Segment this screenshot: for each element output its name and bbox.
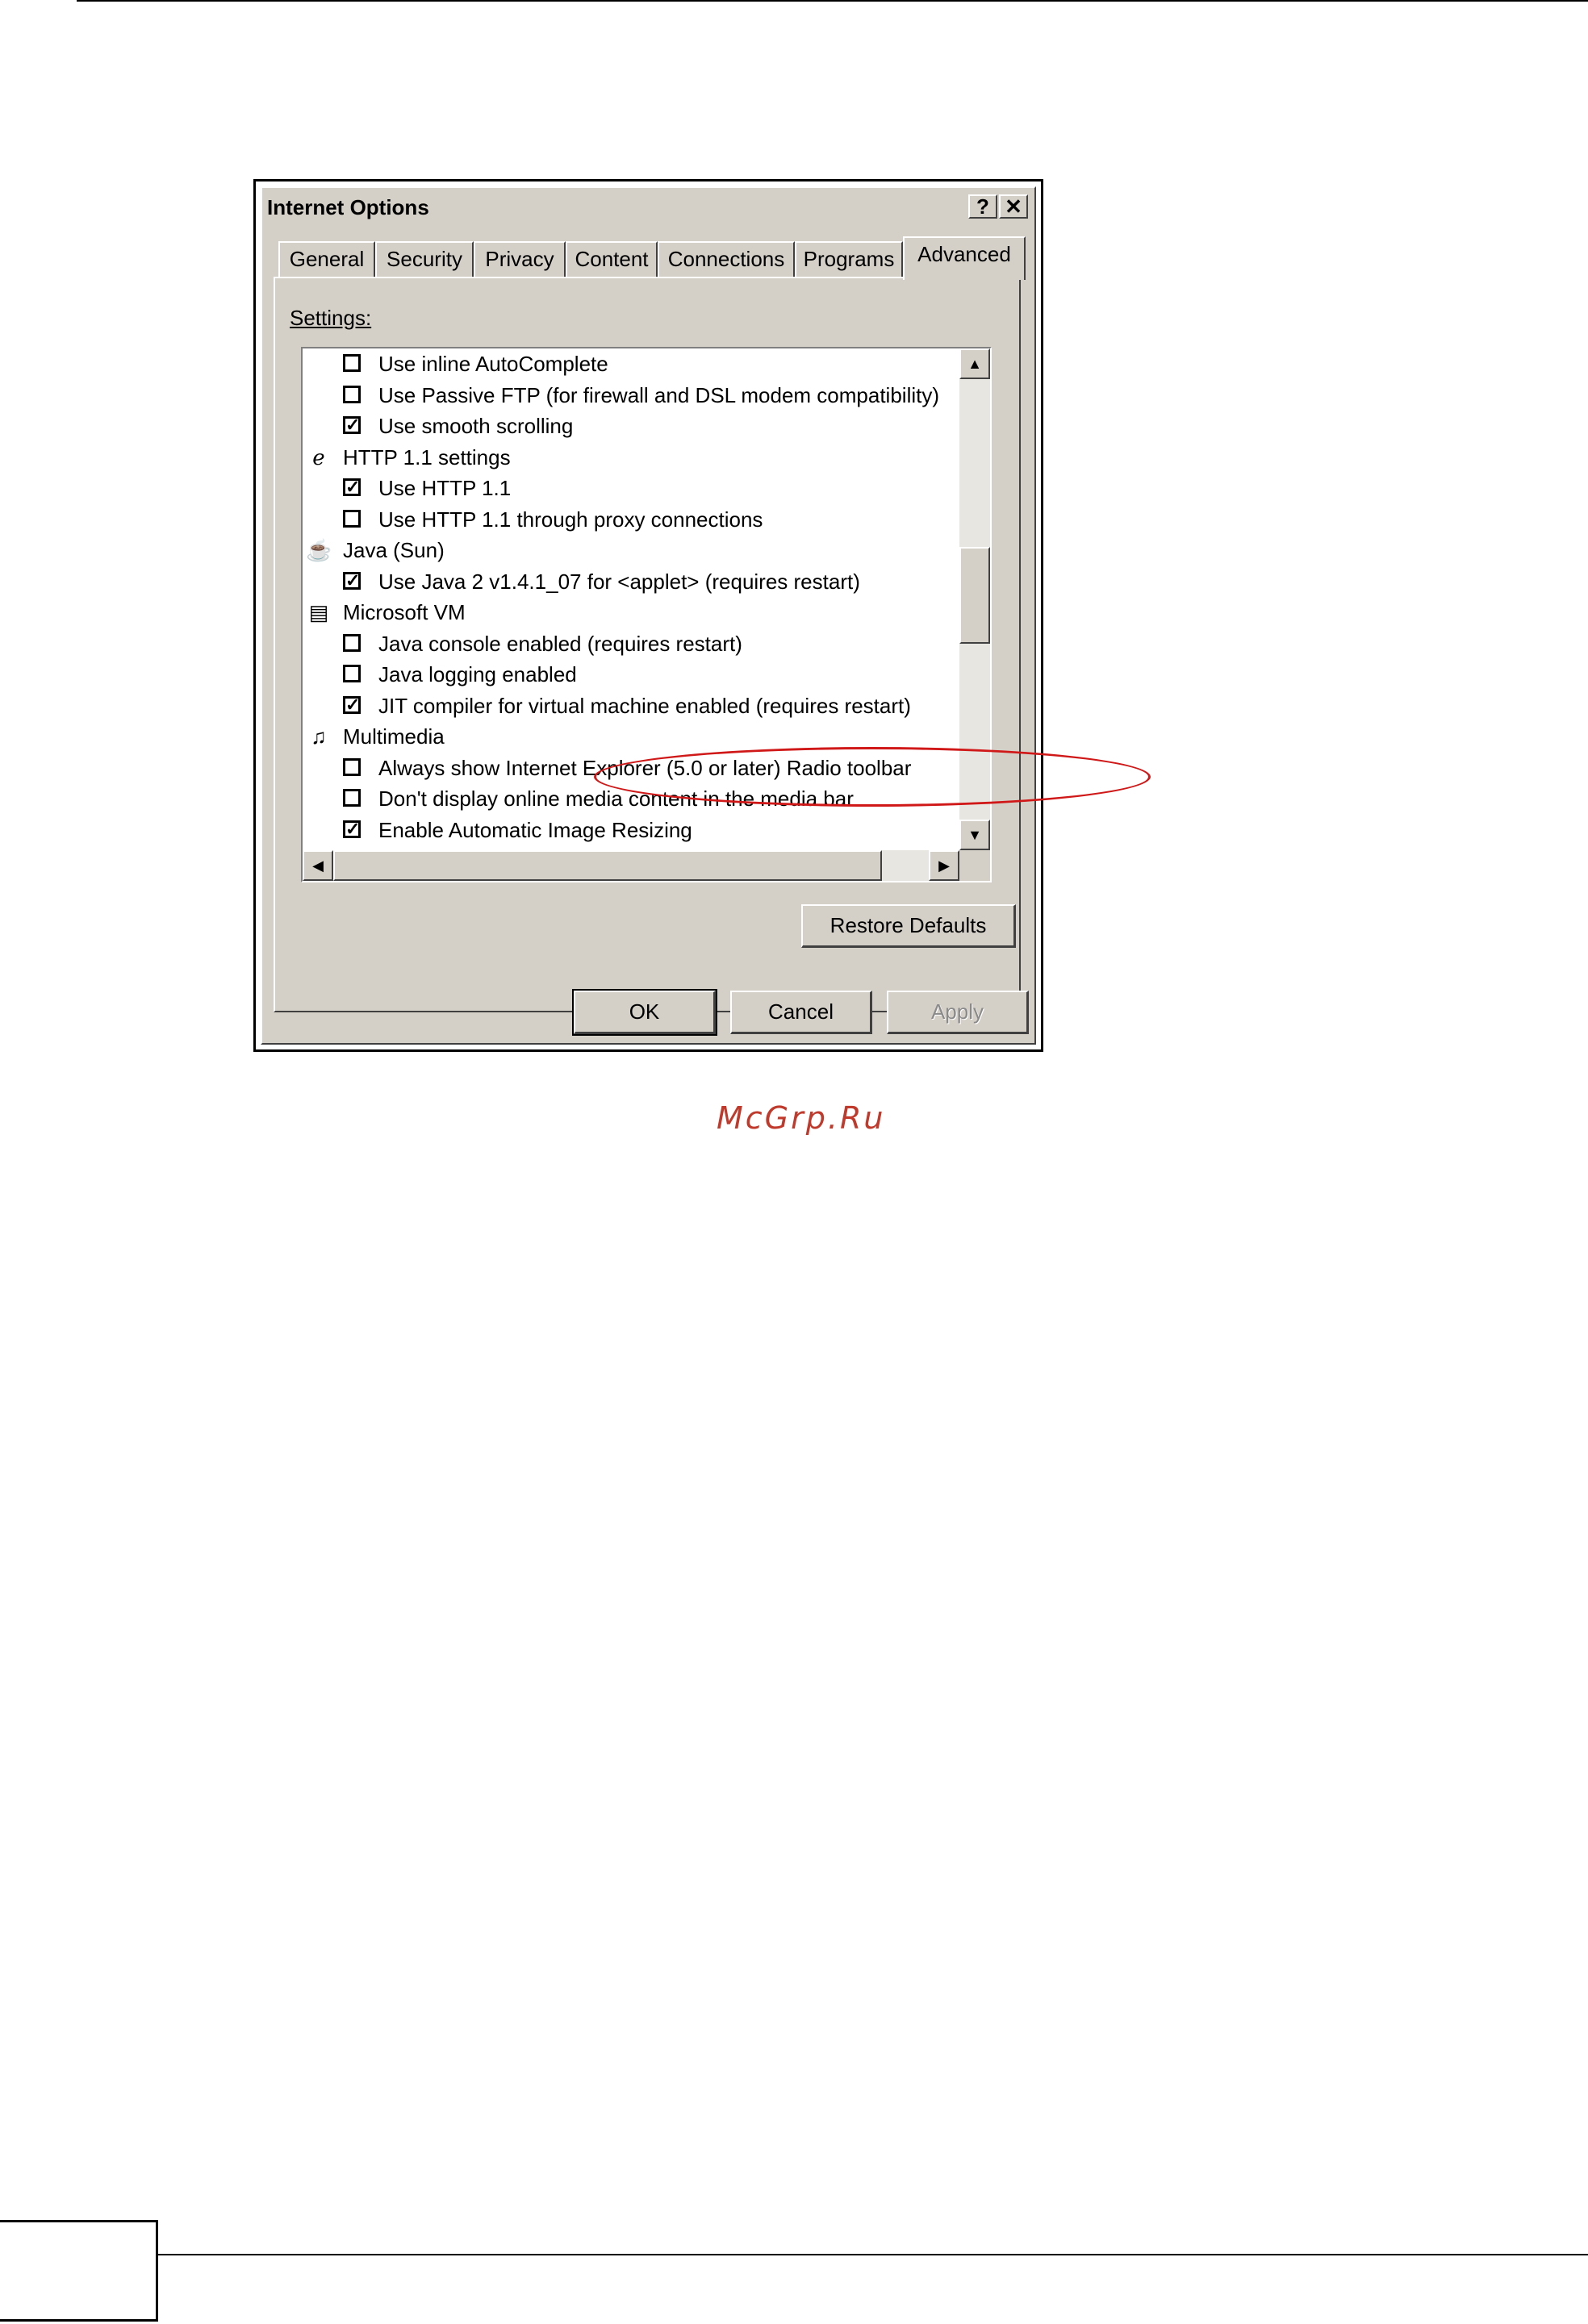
window-title: Internet Options	[267, 195, 429, 219]
ok-button[interactable]: OK	[572, 989, 717, 1036]
horizontal-scroll-thumb[interactable]	[333, 850, 882, 881]
tab-general[interactable]: General	[278, 241, 375, 277]
settings-listbox[interactable]: Use inline AutoComplete Use Passive FTP (…	[301, 347, 992, 882]
checkbox[interactable]: ✓	[343, 478, 361, 496]
option-label: Use Passive FTP (for firewall and DSL mo…	[378, 382, 940, 407]
settings-option[interactable]: Always show Internet Explorer (5.0 or la…	[303, 753, 959, 783]
vertical-scroll-thumb[interactable]	[959, 547, 990, 644]
option-label: Don't display online media content in th…	[378, 786, 854, 811]
tab-programs[interactable]: Programs	[795, 241, 903, 277]
cancel-button[interactable]: Cancel	[730, 991, 872, 1034]
checkbox[interactable]: ✓	[343, 695, 361, 714]
checkbox[interactable]: ✓	[343, 571, 361, 590]
tab-privacy[interactable]: Privacy	[474, 241, 566, 277]
vertical-scrollbar[interactable]: ▲ ▼	[959, 348, 990, 850]
settings-option[interactable]: ✓ Use HTTP 1.1	[303, 473, 959, 503]
checkbox[interactable]	[343, 385, 361, 403]
checkbox[interactable]	[343, 633, 361, 652]
settings-category: ℯ HTTP 1.1 settings	[303, 442, 959, 473]
settings-option[interactable]: Don't display online media content in th…	[303, 783, 959, 814]
option-label: Use smooth scrolling	[378, 414, 574, 438]
checkbox[interactable]	[343, 354, 361, 372]
checkbox[interactable]: ✓	[343, 416, 361, 434]
watermark: McGrp.Ru	[717, 1100, 886, 1136]
scroll-left-button[interactable]: ◀	[303, 850, 333, 881]
option-label: Always show Internet Explorer (5.0 or la…	[378, 755, 912, 780]
category-label: Multimedia	[343, 724, 445, 749]
checkbox[interactable]	[343, 757, 361, 776]
option-label: JIT compiler for virtual machine enabled…	[378, 693, 911, 718]
bottom-rule	[157, 2254, 1588, 2255]
tab-advanced[interactable]: Advanced	[903, 236, 1026, 280]
scroll-down-button[interactable]: ▼	[959, 820, 990, 850]
checkbox[interactable]	[343, 509, 361, 528]
category-label: Java (Sun)	[343, 538, 445, 562]
settings-option[interactable]: Use inline AutoComplete	[303, 348, 959, 379]
option-label: Use HTTP 1.1 through proxy connections	[378, 507, 763, 532]
title-bar[interactable]: Internet Options ? ✕	[264, 190, 1033, 223]
java-icon: ☕	[306, 538, 332, 562]
option-label: Use HTTP 1.1	[378, 476, 512, 500]
option-label: Use inline AutoComplete	[378, 352, 608, 376]
ie-icon: ℯ	[312, 444, 325, 469]
settings-option[interactable]: ✓ JIT compiler for virtual machine enable…	[303, 691, 959, 721]
settings-label: Settings:	[290, 306, 372, 330]
tab-connections[interactable]: Connections	[658, 241, 795, 277]
internet-options-dialog: Internet Options ? ✕ General Security Pr…	[261, 186, 1151, 1045]
tab-security[interactable]: Security	[375, 241, 474, 277]
scrollbar-corner	[959, 850, 990, 881]
checkbox[interactable]: ✓	[343, 820, 361, 838]
figure-frame: Internet Options ? ✕ General Security Pr…	[253, 179, 1151, 1052]
settings-option[interactable]: Use Passive FTP (for firewall and DSL mo…	[303, 380, 959, 411]
settings-category: ▤ Microsoft VM	[303, 597, 959, 628]
settings-list: Use inline AutoComplete Use Passive FTP (…	[303, 348, 959, 850]
settings-option[interactable]: Use HTTP 1.1 through proxy connections	[303, 504, 959, 535]
page-number-box	[0, 2220, 158, 2322]
tab-content[interactable]: Content	[566, 241, 658, 277]
multimedia-icon: ♫	[311, 724, 327, 749]
category-label: HTTP 1.1 settings	[343, 444, 511, 469]
scroll-up-button[interactable]: ▲	[959, 348, 990, 379]
checkbox[interactable]	[343, 665, 361, 682]
scroll-right-button[interactable]: ▶	[929, 850, 959, 881]
settings-option[interactable]: ✓ Enable Automatic Image Resizing	[303, 815, 959, 845]
category-label: Microsoft VM	[343, 600, 466, 624]
document-icon: ▤	[308, 600, 329, 624]
settings-option[interactable]: ✓ Use smooth scrolling	[303, 411, 959, 441]
close-button[interactable]: ✕	[999, 194, 1028, 219]
option-label: Java console enabled (requires restart)	[378, 631, 742, 656]
restore-defaults-button[interactable]: Restore Defaults	[801, 904, 1016, 948]
top-rule	[77, 0, 1588, 2]
option-label: Use Java 2 v1.4.1_07 for <applet> (requi…	[378, 569, 860, 594]
horizontal-scrollbar[interactable]: ◀ ▶	[303, 850, 959, 881]
settings-option[interactable]: Java logging enabled	[303, 659, 959, 690]
help-button[interactable]: ?	[968, 194, 997, 219]
settings-option[interactable]: ✓ Use Java 2 v1.4.1_07 for <applet> (requ…	[303, 566, 959, 597]
checkbox[interactable]	[343, 789, 361, 807]
option-label: Java logging enabled	[378, 662, 577, 686]
apply-button: Apply	[887, 991, 1029, 1034]
settings-option[interactable]: Java console enabled (requires restart)	[303, 628, 959, 659]
option-label: Enable Automatic Image Resizing	[378, 817, 692, 842]
settings-category: ♫ Multimedia	[303, 721, 959, 752]
settings-category: ☕ Java (Sun)	[303, 535, 959, 565]
